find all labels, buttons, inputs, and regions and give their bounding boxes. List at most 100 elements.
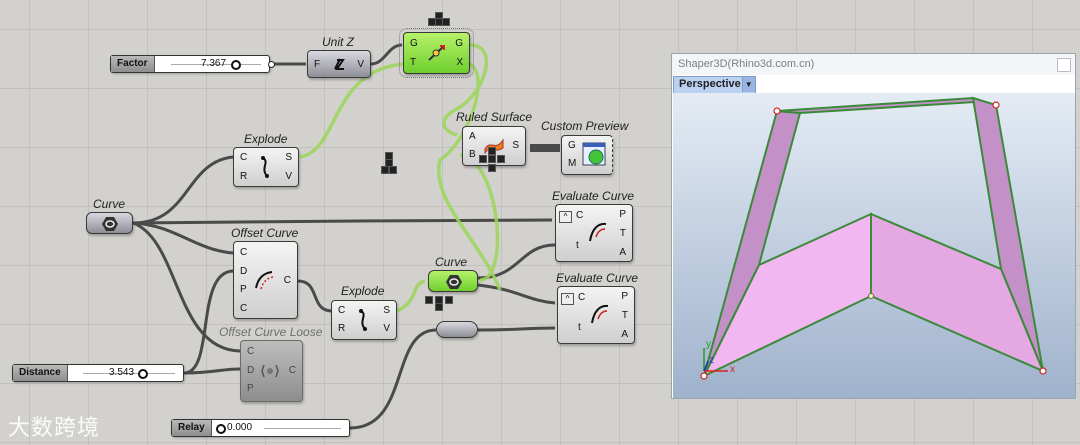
axis-x-label: x [730,364,735,375]
offset-loose-icon [261,364,279,378]
distance-slider[interactable]: Distance 3.543 [12,364,184,382]
input-c-label: C [578,292,586,303]
explode-component[interactable]: C R S V [233,147,299,187]
custom-preview-component[interactable]: G M [561,135,613,175]
output-t-label: T [621,310,628,321]
input-c-label: C [247,346,255,357]
input-c-label: C [240,247,248,258]
curve-icon [446,275,462,289]
input-p-label: P [247,383,254,394]
relay-slider-value: 0.000 [227,422,253,433]
unit-z-component[interactable]: F V [307,50,371,78]
vertex-point [773,107,781,115]
output-v-label: V [357,59,364,70]
move-component[interactable]: G T G X [399,28,474,78]
factor-slider-label: Factor [111,56,155,72]
offset-curve-component[interactable]: C D P C C [233,241,298,319]
input-a-label: A [469,131,476,142]
factor-slider-value: 7.367 [201,58,227,69]
input-t-label: t [576,240,579,251]
evaluate-curve-component[interactable]: ^ C t P T A [555,204,633,262]
move-icon [428,45,445,61]
unitz-title: Unit Z [322,35,355,49]
evaluate-curve-icon [589,222,607,242]
output-c-label: C [288,365,296,376]
input-p-label: P [240,284,247,295]
unit-z-icon [334,58,345,70]
input-c-label: C [576,210,584,221]
input-t-label: t [578,322,581,333]
input-r-label: R [240,171,248,182]
slider-knob[interactable] [138,369,148,379]
offset-curve-title: Offset Curve [231,226,299,240]
viewport-scene[interactable]: x y z [673,93,1075,398]
output-s-label: S [285,152,292,163]
distance-slider-label: Distance [13,365,68,381]
output-x-label: X [456,57,463,68]
slider-knob[interactable] [216,424,226,434]
watermark: 大数跨境 [8,416,101,441]
wire [349,328,437,430]
wire [396,279,426,313]
output-v-label: V [285,171,292,182]
relay-node[interactable] [436,321,478,338]
input-r-label: R [338,323,346,334]
reparam-icon[interactable]: ^ [559,211,572,223]
curve2-title: Curve [435,255,468,269]
explode-icon [359,309,367,331]
wire [297,279,332,313]
vertex-point [868,293,874,299]
evaluate-curve-icon [591,304,609,324]
offset-curve-icon [255,271,274,290]
curve-title: Curve [93,197,126,211]
grasshopper-canvas[interactable]: Factor 7.367 Unit Z F V G T G X Explode … [0,0,1080,445]
close-icon[interactable] [1057,58,1071,72]
zoom-widget[interactable] [479,147,505,173]
explode-component-2[interactable]: C R S V [331,300,397,340]
viewport-name: Perspective [679,78,741,90]
custom-preview-title: Custom Preview [541,119,629,133]
output-t-label: T [619,228,626,239]
output-port[interactable] [268,61,275,68]
wire [132,221,234,255]
output-a-label: A [621,329,628,340]
input-d-label: D [240,266,248,277]
input-c-label: C [240,152,248,163]
input-g-label: G [410,38,418,49]
viewport-tab-perspective[interactable]: Perspective ▼ [673,76,756,94]
curve-parameter[interactable] [86,212,133,234]
evaluate-curve-component-2[interactable]: ^ C t P T A [557,286,635,344]
output-c-label: C [283,275,291,286]
input-d-label: D [247,365,255,376]
zoom-widget[interactable] [425,296,453,311]
input-b-label: B [469,149,476,160]
relay-slider-label: Relay [172,420,212,436]
output-s-label: S [383,305,390,316]
wire [477,326,556,332]
evaluate-curve-title-2: Evaluate Curve [556,271,639,285]
preview-icon [582,142,606,166]
zoom-widget[interactable] [428,12,450,26]
zoom-widget[interactable] [381,152,397,176]
ruled-surface-title: Ruled Surface [456,110,533,124]
axis-z-label: z [709,355,714,366]
curve-parameter-2[interactable] [428,270,478,292]
vertex-point [700,372,708,380]
vertex-point [992,101,1000,109]
output-a-label: A [619,247,626,258]
wire [370,43,403,66]
relay-slider[interactable]: Relay 0.000 [171,419,350,437]
output-p-label: P [621,291,628,302]
output-v-label: V [383,323,390,334]
slider-knob[interactable] [231,60,241,70]
reparam-icon[interactable]: ^ [561,293,574,305]
wire [132,155,234,225]
offset-curve-loose-title: Offset Curve Loose [219,325,323,339]
output-p-label: P [619,209,626,220]
output-g-label: G [455,38,463,49]
input-f-label: F [314,59,321,70]
rhino-viewport-window[interactable]: Shaper3D(Rhino3d.com.cn) Perspective ▼ x [671,53,1076,399]
offset-curve-loose-component[interactable]: C D P C [240,340,303,402]
chevron-down-icon[interactable]: ▼ [741,77,755,92]
factor-slider[interactable]: Factor 7.367 [110,55,270,73]
